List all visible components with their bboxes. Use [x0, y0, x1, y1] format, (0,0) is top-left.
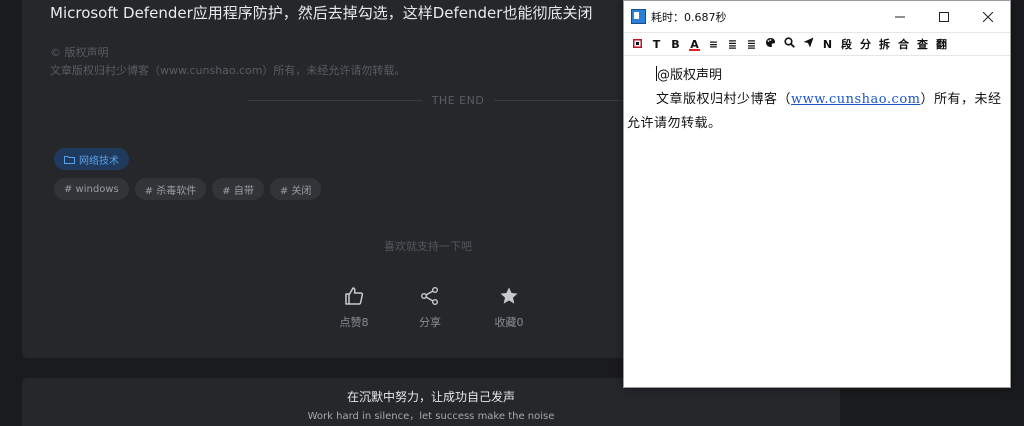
divider-line-left — [248, 99, 422, 101]
share-icon — [421, 287, 438, 305]
editor-line-1-text: @版权声明 — [657, 68, 723, 83]
folder-icon — [64, 155, 75, 164]
editor-line-1: @版权声明 — [627, 64, 1006, 88]
minimize-icon — [895, 16, 905, 17]
font-color-button[interactable]: A — [685, 38, 704, 51]
send-button[interactable] — [799, 37, 818, 51]
text-button[interactable]: T — [647, 38, 666, 51]
paragraph-button[interactable]: 段 — [837, 36, 856, 52]
tag-list: # windows # 杀毒软件 # 自带 # 关闭 — [54, 178, 322, 200]
bold-button[interactable]: B — [666, 38, 685, 51]
close-icon — [983, 11, 993, 22]
merge-button[interactable]: 合 — [894, 36, 913, 52]
article-title: Microsoft Defender应用程序防护，然后去掉勾选，这样Defend… — [50, 4, 593, 22]
editor-p2-before: 文章版权归村少博客（ — [656, 92, 792, 107]
align-justify-button[interactable]: ≣ — [742, 38, 761, 51]
translate-button[interactable]: 翻 — [932, 36, 951, 52]
text-editor[interactable]: @版权声明 文章版权归村少博客（www.cunshao.com）所有，未经允许请… — [624, 56, 1010, 136]
align-center-button[interactable]: ≣ — [723, 38, 742, 51]
window-controls — [878, 1, 1010, 32]
close-button[interactable] — [966, 1, 1010, 32]
break-button[interactable]: 拆 — [875, 36, 894, 52]
minimize-button[interactable] — [878, 1, 922, 32]
editor-toolbar: T B A ≡ ≣ ≣ N 段 分 拆 合 查 翻 — [624, 32, 1010, 56]
window-titlebar[interactable]: 耗时：0.687秒 — [624, 1, 1010, 32]
pin-square-icon — [633, 38, 642, 48]
tag-windows[interactable]: # windows — [54, 178, 129, 200]
the-end-divider: THE END — [248, 88, 668, 112]
tag-close[interactable]: # 关闭 — [269, 178, 322, 200]
like-label: 点赞8 — [339, 316, 369, 329]
palette-button[interactable] — [761, 37, 780, 51]
support-text: 喜欢就支持一下吧 — [384, 240, 472, 253]
split-button[interactable]: 分 — [856, 36, 875, 52]
maximize-button[interactable] — [922, 1, 966, 32]
category-chip[interactable]: 网络技术 — [54, 148, 129, 170]
favorite-label: 收藏0 — [494, 316, 524, 329]
star-icon — [500, 287, 518, 304]
share-label: 分享 — [419, 316, 441, 329]
app-icon — [631, 9, 646, 24]
thumbs-up-icon — [345, 287, 364, 305]
window-title: 耗时：0.687秒 — [651, 10, 727, 24]
align-left-button[interactable]: ≡ — [704, 38, 723, 51]
ocr-result-window: 耗时：0.687秒 T B A ≡ ≣ ≣ N 段 分 拆 合 查 翻 @版权声… — [623, 0, 1011, 388]
font-color-bar — [689, 48, 700, 51]
favorite-button[interactable]: 收藏0 — [479, 284, 539, 330]
like-button[interactable]: 点赞8 — [324, 284, 384, 330]
tag-builtin[interactable]: # 自带 — [212, 178, 264, 200]
the-end-text: THE END — [431, 93, 485, 107]
editor-paragraph-2: 文章版权归村少博客（www.cunshao.com）所有，未经允许请勿转载。 — [627, 88, 1006, 136]
send-icon — [803, 37, 814, 48]
search-icon — [784, 37, 795, 48]
copyright-heading: © 版权声明 — [50, 46, 109, 59]
lookup-button[interactable]: 查 — [913, 36, 932, 52]
tag-antivirus[interactable]: # 杀毒软件 — [134, 178, 207, 200]
category-label: 网络技术 — [79, 155, 119, 167]
footer-slogan: 在沉默中努力，让成功自己发声 — [346, 390, 515, 404]
search-button[interactable] — [780, 37, 799, 51]
share-button[interactable]: 分享 — [400, 284, 460, 330]
normal-button[interactable]: N — [818, 38, 837, 51]
editor-link[interactable]: www.cunshao.com — [791, 92, 920, 107]
pin-button[interactable] — [628, 38, 647, 51]
maximize-icon — [939, 11, 949, 22]
palette-icon — [766, 38, 775, 47]
copyright-text: 文章版权归村少博客（www.cunshao.com）所有，未经允许请勿转载。 — [50, 64, 406, 77]
